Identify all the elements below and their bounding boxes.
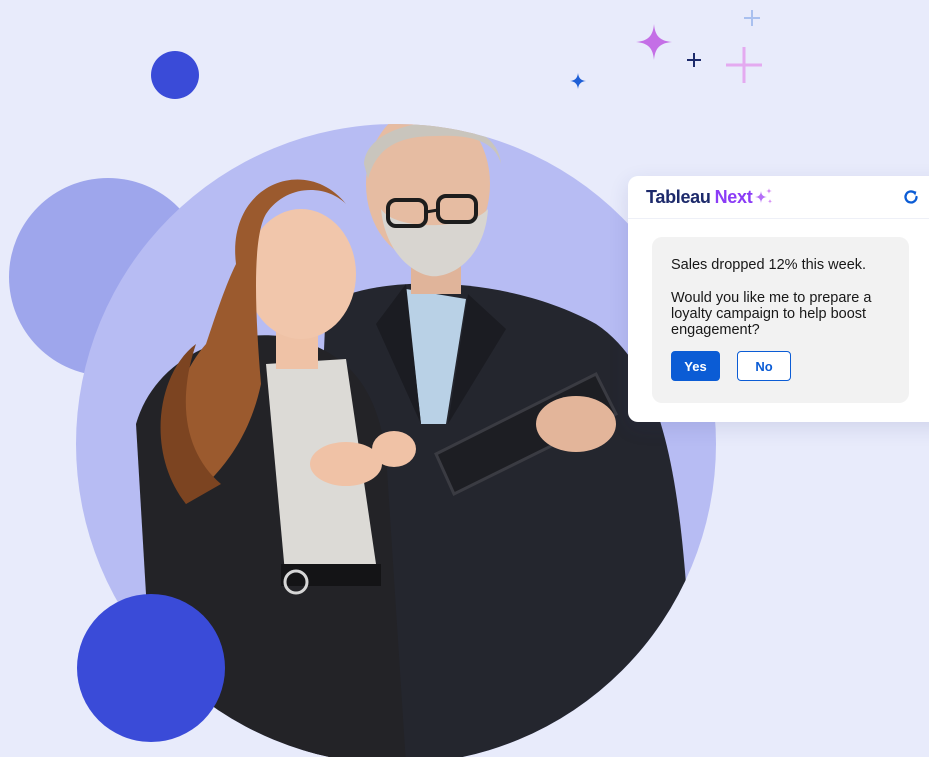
plus-sparkle-icon	[726, 47, 762, 83]
assistant-chat-card: Tableau Next Sales dropped 12% this week…	[628, 176, 929, 422]
message-text-line1: Sales dropped 12% this week.	[671, 257, 867, 273]
refresh-button[interactable]	[900, 186, 922, 208]
plus-sparkle-icon	[744, 10, 760, 26]
plus-sparkle-icon	[636, 24, 672, 60]
no-button[interactable]: No	[737, 351, 791, 381]
brand-suffix: Next	[714, 186, 753, 207]
deco-circle-large-bottom	[77, 594, 225, 742]
sparkle-icon	[755, 188, 773, 204]
plus-sparkle-icon	[687, 53, 701, 67]
message-text-line2: Would you like me to prepare a loyalty c…	[671, 290, 872, 338]
chat-header: Tableau Next	[628, 176, 929, 219]
reply-buttons: Yes No	[671, 351, 909, 381]
brand-name: Tableau	[646, 186, 711, 207]
yes-button[interactable]: Yes	[671, 351, 720, 381]
deco-circle-small-top	[151, 51, 199, 99]
marketing-hero: Tableau Next Sales dropped 12% this week…	[0, 0, 929, 757]
brand-logo: Tableau Next	[646, 187, 774, 208]
refresh-icon	[904, 190, 918, 204]
plus-sparkle-icon	[570, 73, 586, 89]
assistant-message-bubble: Sales dropped 12% this week. Would you l…	[652, 237, 909, 403]
